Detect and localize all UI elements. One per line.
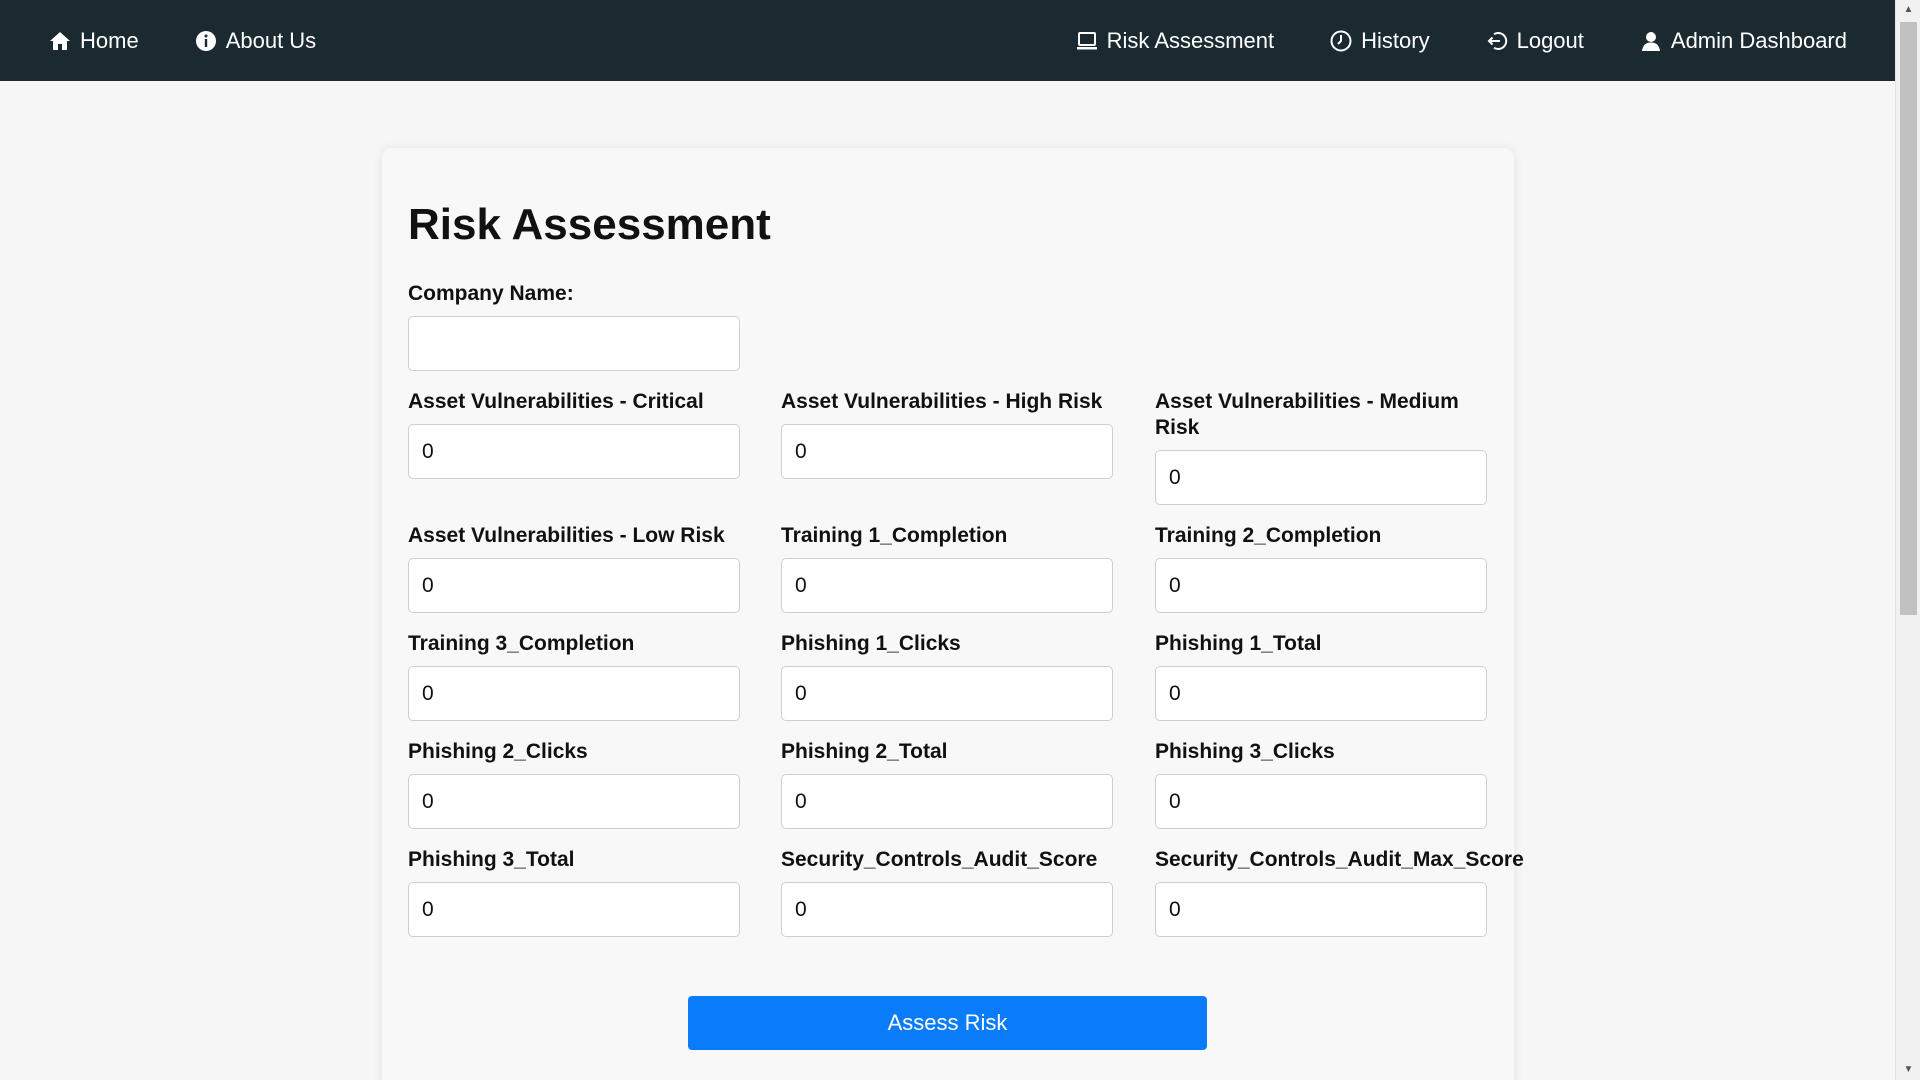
training-2-completion-label: Training 2_Completion xyxy=(1155,524,1382,547)
nav-home-link[interactable]: Home xyxy=(48,28,139,54)
phishing-3-clicks-label: Phishing 3_Clicks xyxy=(1155,740,1335,763)
home-icon xyxy=(48,29,72,53)
phishing-1-total-label: Phishing 1_Total xyxy=(1155,632,1322,655)
audit-score-field: Security_Controls_Audit_Score xyxy=(781,847,1113,937)
training-3-completion-input[interactable] xyxy=(408,666,740,721)
nav-about-label: About Us xyxy=(225,27,317,53)
phishing-1-total-input[interactable] xyxy=(1155,666,1487,721)
phishing-2-total-label: Phishing 2_Total xyxy=(781,740,948,763)
phishing-2-clicks-label: Phishing 2_Clicks xyxy=(408,740,588,763)
company-name-label: Company Name: xyxy=(408,282,574,305)
phishing-2-clicks-input[interactable] xyxy=(408,774,740,829)
nav-admin-dashboard-label: Admin Dashboard xyxy=(1670,27,1847,53)
audit-max-score-label: Security_Controls_Audit_Max_Score xyxy=(1155,848,1524,871)
scrollbar-thumb[interactable] xyxy=(1900,22,1917,615)
nav-history-link[interactable]: History xyxy=(1329,27,1430,54)
vuln-low-field: Asset Vulnerabilities - Low Risk xyxy=(408,523,740,613)
vuln-medium-field: Asset Vulnerabilities - Medium Risk xyxy=(1155,389,1487,505)
risk-assessment-card: Risk Assessment Company Name: Asset Vuln… xyxy=(382,148,1524,1080)
phishing-2-total-input[interactable] xyxy=(781,774,1113,829)
clock-icon xyxy=(1329,29,1353,53)
user-icon xyxy=(1639,29,1663,53)
phishing-1-clicks-label: Phishing 1_Clicks xyxy=(781,632,961,655)
nav-home-label: Home xyxy=(80,27,139,53)
top-navbar: Home About Us Risk Assessment History Lo… xyxy=(0,0,1895,81)
laptop-icon xyxy=(1075,29,1099,53)
vuln-low-label: Asset Vulnerabilities - Low Risk xyxy=(408,524,725,547)
vuln-high-field: Asset Vulnerabilities - High Risk xyxy=(781,389,1113,479)
vuln-medium-label: Asset Vulnerabilities - Medium Risk xyxy=(1155,390,1459,439)
phishing-3-clicks-field: Phishing 3_Clicks xyxy=(1155,739,1487,829)
nav-left-group: Home About Us xyxy=(48,28,371,54)
phishing-3-clicks-input[interactable] xyxy=(1155,774,1487,829)
nav-risk-assessment-label: Risk Assessment xyxy=(1106,27,1275,53)
vuln-critical-label: Asset Vulnerabilities - Critical xyxy=(408,390,704,413)
training-3-completion-label: Training 3_Completion xyxy=(408,632,635,655)
phishing-3-total-field: Phishing 3_Total xyxy=(408,847,740,937)
phishing-3-total-input[interactable] xyxy=(408,882,740,937)
page-title: Risk Assessment xyxy=(408,200,771,249)
info-icon xyxy=(194,29,218,53)
nav-logout-link[interactable]: Logout xyxy=(1485,28,1584,54)
phishing-3-total-label: Phishing 3_Total xyxy=(408,848,575,871)
vuln-low-input[interactable] xyxy=(408,558,740,613)
training-1-completion-field: Training 1_Completion xyxy=(781,523,1113,613)
audit-max-score-field: Security_Controls_Audit_Max_Score xyxy=(1155,847,1524,937)
training-3-completion-field: Training 3_Completion xyxy=(408,631,740,721)
nav-right-group: Risk Assessment History Logout Admin Das… xyxy=(1020,28,1847,54)
nav-logout-label: Logout xyxy=(1516,27,1584,53)
vuln-critical-input[interactable] xyxy=(408,424,740,479)
vuln-high-input[interactable] xyxy=(781,424,1113,479)
training-1-completion-label: Training 1_Completion xyxy=(781,524,1008,547)
company-name-input[interactable] xyxy=(408,316,740,371)
nav-history-label: History xyxy=(1361,27,1430,53)
logout-icon xyxy=(1485,29,1509,53)
vuln-high-label: Asset Vulnerabilities - High Risk xyxy=(781,390,1103,413)
audit-max-score-input[interactable] xyxy=(1155,882,1487,937)
scroll-up-arrow-icon[interactable]: ▲ xyxy=(1896,0,1920,20)
scroll-down-arrow-icon[interactable]: ▼ xyxy=(1896,1060,1920,1080)
page-scrollbar[interactable]: ▲ ▼ xyxy=(1895,0,1920,1080)
nav-risk-assessment-link[interactable]: Risk Assessment xyxy=(1075,27,1275,54)
training-2-completion-input[interactable] xyxy=(1155,558,1487,613)
nav-admin-dashboard-link[interactable]: Admin Dashboard xyxy=(1639,28,1847,54)
nav-about-link[interactable]: About Us xyxy=(194,27,317,54)
assess-risk-button[interactable]: Assess Risk xyxy=(688,996,1207,1050)
training-2-completion-field: Training 2_Completion xyxy=(1155,523,1487,613)
phishing-1-clicks-field: Phishing 1_Clicks xyxy=(781,631,1113,721)
phishing-2-clicks-field: Phishing 2_Clicks xyxy=(408,739,740,829)
training-1-completion-input[interactable] xyxy=(781,558,1113,613)
company-name-field: Company Name: xyxy=(408,281,740,371)
phishing-2-total-field: Phishing 2_Total xyxy=(781,739,1113,829)
audit-score-label: Security_Controls_Audit_Score xyxy=(781,848,1098,871)
vuln-critical-field: Asset Vulnerabilities - Critical xyxy=(408,389,740,479)
vuln-medium-input[interactable] xyxy=(1155,450,1487,505)
audit-score-input[interactable] xyxy=(781,882,1113,937)
phishing-1-clicks-input[interactable] xyxy=(781,666,1113,721)
phishing-1-total-field: Phishing 1_Total xyxy=(1155,631,1487,721)
